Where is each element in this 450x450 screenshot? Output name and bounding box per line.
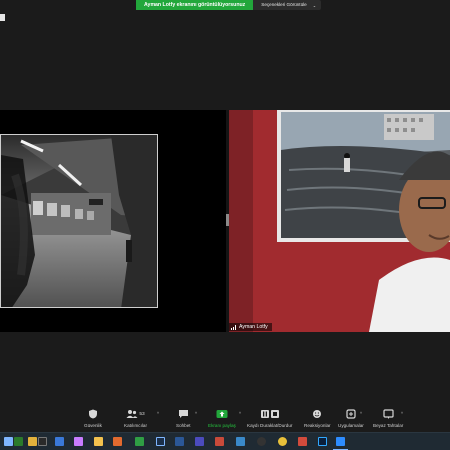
powerpoint-icon[interactable] bbox=[215, 437, 224, 446]
whiteboard-button[interactable]: Beyaz Tahtalar bbox=[373, 408, 403, 428]
shared-photo-image bbox=[0, 134, 158, 308]
reactions-button[interactable]: Reaksiyonlar bbox=[304, 408, 331, 428]
app-icon[interactable] bbox=[298, 437, 307, 446]
chevron-up-icon: ^ bbox=[239, 411, 241, 416]
security-label: Güvenlik bbox=[84, 423, 102, 428]
participant-video-tile[interactable] bbox=[229, 110, 450, 332]
share-screen-button[interactable]: Ekranı paylaş bbox=[208, 408, 236, 428]
record-label: Kaydı Duraklat/Durdur bbox=[247, 423, 293, 428]
chat-icon bbox=[178, 410, 188, 418]
apps-icon bbox=[346, 409, 356, 419]
participants-icon bbox=[126, 410, 138, 418]
participant-video-frame bbox=[229, 110, 450, 332]
obs-icon[interactable] bbox=[257, 437, 266, 446]
zoom-meeting-window: Ayman Lotfy ekranını görüntülüyorsunuz S… bbox=[0, 0, 450, 450]
share-screen-icon bbox=[216, 410, 228, 418]
sharing-status-label: Ayman Lotfy ekranını görüntülüyorsunuz bbox=[136, 0, 254, 10]
chevron-down-icon: ⌄ bbox=[312, 3, 317, 8]
mail-icon[interactable] bbox=[55, 437, 64, 446]
chat-label: Sohbet bbox=[176, 423, 191, 428]
reactions-label: Reaksiyonlar bbox=[304, 423, 331, 428]
chevron-up-icon: ^ bbox=[401, 411, 403, 416]
shield-icon bbox=[88, 409, 97, 419]
teams-icon[interactable] bbox=[195, 437, 204, 446]
notes-icon[interactable] bbox=[113, 437, 122, 446]
view-options-button[interactable]: Seçenekleri Görüntüle ⌄ bbox=[253, 0, 322, 10]
record-pause-stop-button[interactable]: Kaydı Duraklat/Durdur bbox=[247, 408, 292, 428]
whiteboard-icon bbox=[383, 409, 394, 419]
terminal-icon[interactable] bbox=[38, 437, 47, 446]
participant-name: Ayman Lotfy bbox=[239, 324, 268, 330]
chevron-up-icon: ^ bbox=[157, 411, 159, 416]
start-icon[interactable] bbox=[4, 437, 13, 446]
reaction-icon bbox=[313, 410, 322, 418]
subway-platform-image bbox=[1, 135, 157, 307]
word-icon[interactable] bbox=[175, 437, 184, 446]
participant-name-tag: Ayman Lotfy bbox=[229, 323, 272, 331]
lightroom-icon[interactable] bbox=[156, 437, 165, 446]
apps-label: Uygulamalar bbox=[338, 423, 364, 428]
excel-icon[interactable] bbox=[135, 437, 144, 446]
browser-icon[interactable] bbox=[94, 437, 103, 446]
photos-icon[interactable] bbox=[236, 437, 245, 446]
shared-screen-tile bbox=[0, 110, 226, 332]
folder-icon[interactable] bbox=[74, 437, 83, 446]
chat-button[interactable]: Sohbet bbox=[176, 408, 191, 428]
chrome-icon[interactable] bbox=[278, 437, 287, 446]
windows-taskbar bbox=[0, 432, 450, 450]
pause-stop-icon bbox=[260, 410, 279, 418]
security-button[interactable]: Güvenlik bbox=[84, 408, 102, 428]
chevron-up-icon: ^ bbox=[360, 411, 362, 416]
task-view-icon[interactable] bbox=[14, 437, 23, 446]
window-corner-badge bbox=[0, 14, 5, 21]
view-options-label: Seçenekleri Görüntüle bbox=[261, 2, 307, 7]
participants-button[interactable]: 53 Katılımcılar bbox=[124, 408, 147, 428]
explorer-icon[interactable] bbox=[28, 437, 37, 446]
share-screen-label: Ekranı paylaş bbox=[208, 423, 236, 428]
whiteboard-label: Beyaz Tahtalar bbox=[373, 423, 404, 428]
photoshop-icon[interactable] bbox=[318, 437, 327, 446]
signal-bars-icon bbox=[231, 324, 236, 330]
chevron-up-icon: ^ bbox=[195, 411, 197, 416]
participants-label: Katılımcılar bbox=[124, 423, 147, 428]
participant-count: 53 bbox=[139, 411, 145, 417]
meeting-toolbar: Güvenlik 53 Katılımcılar ^ Sohbet ^ Ekra… bbox=[0, 408, 450, 432]
share-banner: Ayman Lotfy ekranını görüntülüyorsunuz S… bbox=[136, 0, 322, 10]
zoom-icon[interactable] bbox=[336, 437, 345, 446]
